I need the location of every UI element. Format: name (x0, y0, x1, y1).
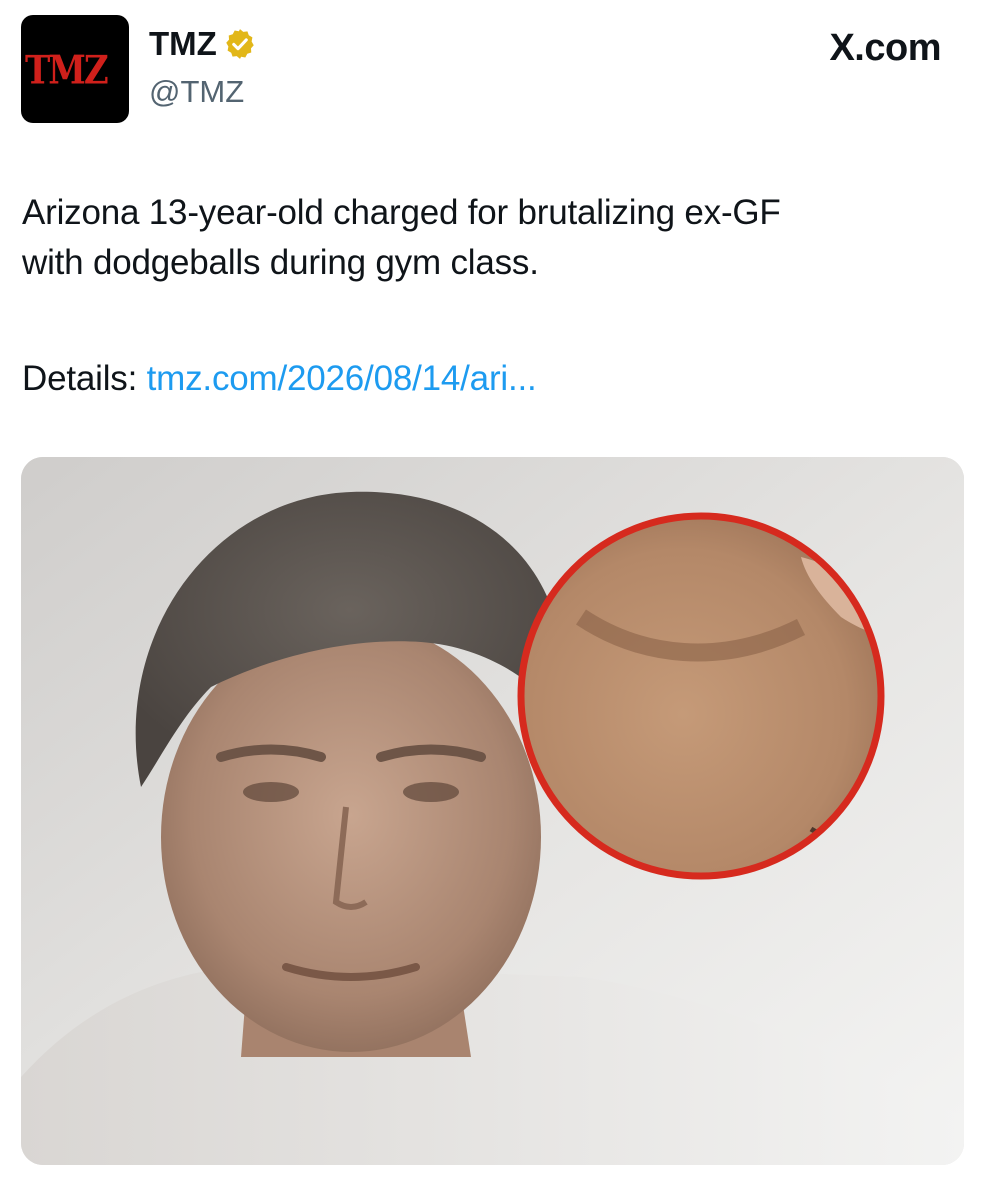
details-row: Details: tmz.com/2026/08/14/ari... (22, 354, 537, 404)
avatar[interactable]: TMZ (21, 15, 129, 123)
tweet-text-line: with dodgeballs during gym class. (22, 243, 539, 282)
tweet-body: Arizona 13-year-old charged for brutaliz… (22, 188, 952, 288)
article-link[interactable]: tmz.com/2026/08/14/ari... (147, 359, 537, 398)
tmz-logo: TMZ (25, 48, 109, 94)
details-label: Details: (22, 359, 138, 398)
author-handle[interactable]: @TMZ (149, 74, 244, 110)
source-label: X.com (829, 27, 941, 69)
tweet-media-image[interactable] (21, 457, 964, 1165)
verified-badge-icon (226, 29, 254, 59)
display-name[interactable]: TMZ (149, 24, 217, 64)
tweet-text-line: Arizona 13-year-old charged for brutaliz… (22, 193, 781, 232)
photo-face (161, 622, 541, 1052)
media-photo (21, 457, 964, 1165)
tweet-card: TMZ TMZ @TMZ X.com Arizona 13-year-old c… (0, 0, 985, 1200)
author-name-row: TMZ (149, 24, 257, 64)
